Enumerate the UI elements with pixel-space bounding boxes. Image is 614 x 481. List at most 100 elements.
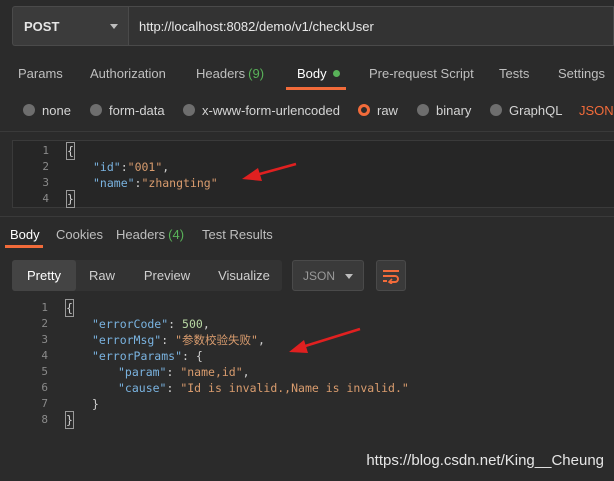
tab-label: Cookies [56,226,103,242]
json-key: "errorCode" [92,317,169,331]
line-number: 3 [42,176,49,189]
raw-format-select[interactable]: JSON [579,96,614,124]
tab-label: Test Results [202,226,273,242]
button-label: Visualize [218,268,270,283]
radio-raw[interactable]: raw [358,96,398,124]
button-label: Preview [143,268,191,283]
line-number: 5 [41,365,48,378]
response-format-select[interactable]: JSON [292,260,364,291]
line-number: 4 [41,349,48,362]
tab-body[interactable]: Body [297,56,340,90]
button-label: Raw [88,268,115,283]
format-label: JSON [303,268,336,283]
line-number: 3 [41,333,48,346]
tab-label: Pre-request Script [369,65,474,81]
active-tab-underline [286,87,346,90]
method-select[interactable]: POST [12,6,128,46]
tab-tests[interactable]: Tests [499,56,529,90]
radio-circle [23,104,35,116]
view-preview-button[interactable]: Preview [128,260,206,291]
brace-open: { [66,142,75,160]
json-key: "name" [93,176,135,190]
tab-prerequest-script[interactable]: Pre-request Script [369,56,474,90]
headers-count: (9) [248,65,265,81]
radio-label: binary [436,102,472,118]
radio-graphql[interactable]: GraphQL [490,96,562,124]
raw-format-label: JSON [579,102,614,118]
view-raw-button[interactable]: Raw [76,260,128,291]
tab-test-results[interactable]: Test Results [202,220,273,248]
wrap-lines-icon [383,269,399,284]
radio-none[interactable]: none [23,96,71,124]
chevron-down-icon [345,274,353,279]
tab-response-body[interactable]: Body [10,220,40,248]
line-number: 4 [42,192,49,205]
response-tabs: Body Cookies Headers (4) Test Results [0,220,614,248]
line-number: 8 [41,413,48,426]
headers-count: (4) [168,226,185,242]
json-key: "cause" [118,381,167,395]
radio-label: none [42,102,71,118]
tab-settings[interactable]: Settings [558,56,605,90]
view-mode-bar: Pretty Raw Preview Visualize [12,260,282,291]
radio-circle [490,104,502,116]
radio-circle [90,104,102,116]
tab-params[interactable]: Params [18,56,63,90]
json-value: 500 [182,317,203,331]
json-value: "name,id" [180,365,243,379]
tab-label: Authorization [90,65,166,81]
button-label: Pretty [27,268,61,283]
radio-urlencoded[interactable]: x-www-form-urlencoded [183,96,340,124]
tab-headers[interactable]: Headers (9) [196,56,264,90]
line-number: 7 [41,397,48,410]
request-bar: POST http://localhost:8082/demo/v1/check… [12,6,614,46]
brace-open: { [65,299,74,317]
view-pretty-button[interactable]: Pretty [12,260,76,291]
method-label: POST [24,18,60,34]
body-type-radios: none form-data x-www-form-urlencoded raw… [0,96,614,124]
brace-close: } [92,397,99,411]
watermark-text: https://blog.csdn.net/King__Cheung [366,452,604,469]
wrap-lines-button[interactable] [376,260,406,291]
tab-label: Tests [499,65,530,81]
tab-response-headers[interactable]: Headers (4) [116,220,184,248]
url-text: http://localhost:8082/demo/v1/checkUser [139,18,374,34]
tab-cookies[interactable]: Cookies [56,220,103,248]
divider [0,216,614,217]
active-tab-underline [5,245,43,248]
line-number: 2 [41,317,48,330]
tab-label: Body [10,226,40,242]
json-key: "errorMsg" [92,333,162,347]
request-tabs: Params Authorization Headers (9) Body Pre… [0,56,614,90]
json-key: "param" [118,365,167,379]
radio-label: form-data [109,102,165,118]
request-body-editor[interactable]: 1 2 3 4 { "id":"001", "name":"zhangting"… [12,140,614,208]
radio-binary[interactable]: binary [417,96,471,124]
json-value: "参数校验失败" [175,333,258,347]
json-value: "zhangting" [141,176,218,190]
tab-label: Settings [558,65,605,81]
line-number: 2 [42,160,49,173]
line-number: 6 [41,381,48,394]
url-input[interactable]: http://localhost:8082/demo/v1/checkUser [128,6,614,46]
brace-close: } [66,190,75,208]
radio-form-data[interactable]: form-data [90,96,165,124]
body-indicator-dot [332,69,340,77]
response-body-viewer[interactable]: 1 2 3 4 5 6 7 8 { "errorCode": 500, "err… [12,297,614,433]
radio-circle [358,104,370,116]
line-number: 1 [41,301,48,314]
line-number: 1 [42,144,49,157]
tab-authorization[interactable]: Authorization [90,56,166,90]
json-value: "001" [127,160,163,174]
radio-label: GraphQL [509,102,563,118]
radio-circle [183,104,195,116]
chevron-down-icon [110,24,118,29]
tab-label: Params [18,65,63,81]
tab-label: Headers [116,226,166,242]
brace-close: } [65,411,74,429]
divider [0,131,614,132]
view-visualize-button[interactable]: Visualize [206,260,282,291]
json-key: "errorParams" [92,349,183,363]
json-key: "id" [93,160,121,174]
tab-label: Headers [196,65,246,81]
